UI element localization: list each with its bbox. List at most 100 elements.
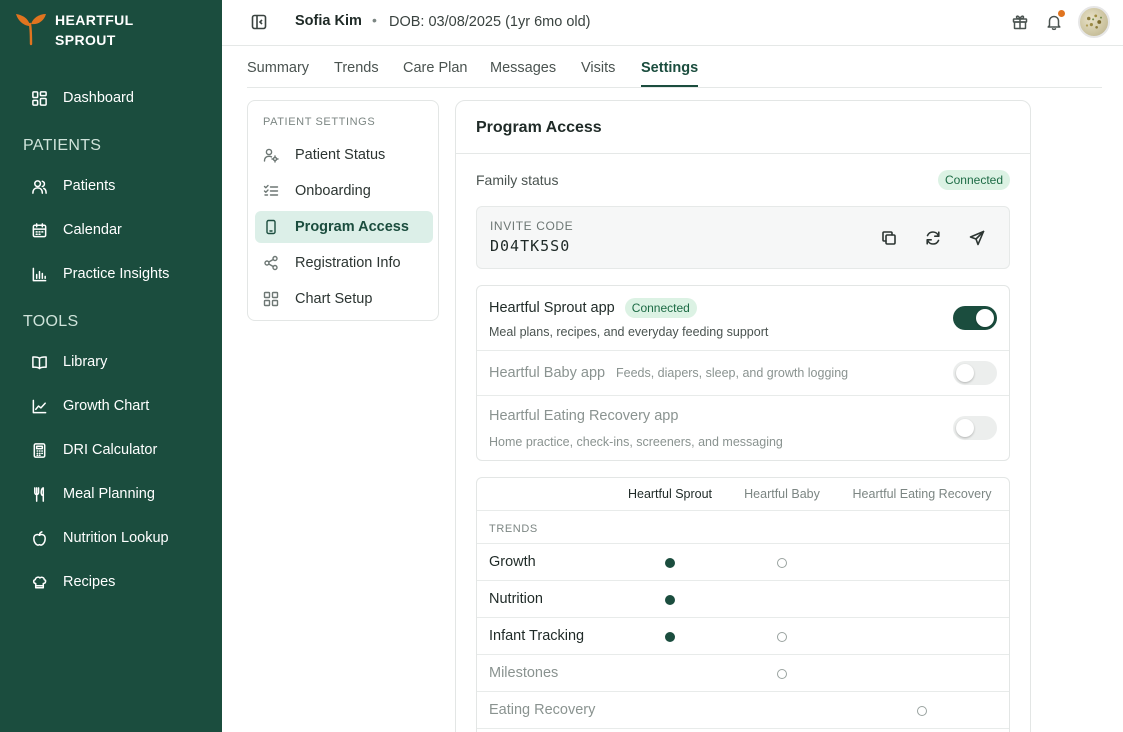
sidebar-item-label: Recipes bbox=[63, 574, 116, 590]
access-dot-available bbox=[777, 669, 787, 679]
app-row-heartful-baby: Heartful Baby app Feeds, diapers, sleep,… bbox=[477, 351, 1009, 396]
sidebar-item-dashboard[interactable]: Dashboard bbox=[0, 80, 222, 116]
settings-item-program-access[interactable]: Program Access bbox=[255, 211, 433, 243]
share-icon bbox=[264, 255, 278, 271]
table-row: Infant Tracking bbox=[477, 617, 1009, 654]
app-row-heartful-sprout: Heartful Sprout app Connected Meal plans… bbox=[477, 286, 1009, 351]
grid-icon bbox=[32, 90, 47, 106]
notifications-button[interactable] bbox=[1045, 10, 1065, 31]
app-description: Home practice, check-ins, screeners, and… bbox=[489, 435, 783, 449]
tab-messages[interactable]: Messages bbox=[490, 60, 556, 76]
table-row bbox=[477, 728, 1009, 732]
regenerate-code-button[interactable] bbox=[924, 229, 942, 247]
send-icon bbox=[969, 230, 985, 246]
sidebar-item-label: Calendar bbox=[63, 222, 122, 238]
table-row: Eating Recovery bbox=[477, 691, 1009, 728]
table-row: Nutrition bbox=[477, 580, 1009, 617]
access-dot-included bbox=[665, 595, 675, 605]
sidebar: HEARTFUL SPROUT Dashboard PATIENTS Patie… bbox=[0, 0, 222, 732]
notification-badge bbox=[1058, 10, 1065, 17]
row-label: Milestones bbox=[489, 665, 559, 681]
app-toggle-heartful-sprout[interactable] bbox=[953, 306, 997, 330]
checklist-icon bbox=[263, 184, 279, 196]
toggle-knob bbox=[956, 364, 974, 382]
column-heartful-eating-recovery: Heartful Eating Recovery bbox=[852, 487, 992, 501]
row-label: Eating Recovery bbox=[489, 702, 596, 718]
sidebar-item-nutrition-lookup[interactable]: Nutrition Lookup bbox=[0, 520, 222, 556]
page-header: Sofia Kim • DOB: 03/08/2025 (1yr 6mo old… bbox=[222, 0, 1123, 46]
access-dot-available bbox=[917, 706, 927, 716]
column-heartful-baby: Heartful Baby bbox=[744, 487, 820, 501]
invite-code-value[interactable]: D04TK5S0 bbox=[490, 237, 570, 255]
line-chart-icon bbox=[32, 399, 47, 413]
tab-care-plan[interactable]: Care Plan bbox=[403, 60, 467, 76]
avatar-image bbox=[1085, 14, 1102, 29]
apple-icon bbox=[33, 530, 46, 546]
avatar[interactable] bbox=[1078, 6, 1110, 38]
sidebar-item-practice-insights[interactable]: Practice Insights bbox=[0, 256, 222, 292]
access-dot-included bbox=[665, 632, 675, 642]
settings-item-label: Patient Status bbox=[295, 147, 386, 163]
sidebar-section-tools: TOOLS bbox=[23, 313, 79, 330]
app-name: Heartful Eating Recovery app bbox=[489, 408, 679, 424]
tab-settings[interactable]: Settings bbox=[641, 60, 698, 76]
tab-visits[interactable]: Visits bbox=[581, 60, 615, 76]
program-access-card: Program Access Family status Connected I… bbox=[455, 100, 1031, 732]
settings-item-chart-setup[interactable]: Chart Setup bbox=[255, 283, 433, 315]
sidebar-item-library[interactable]: Library bbox=[0, 344, 222, 380]
app-description: Feeds, diapers, sleep, and growth loggin… bbox=[616, 366, 849, 380]
card-title: Program Access bbox=[476, 119, 602, 136]
sidebar-collapse-icon bbox=[251, 14, 267, 30]
sidebar-item-recipes[interactable]: Recipes bbox=[0, 564, 222, 600]
family-status-label: Family status bbox=[476, 172, 559, 188]
sidebar-item-dri-calculator[interactable]: DRI Calculator bbox=[0, 432, 222, 468]
settings-nav-title: PATIENT SETTINGS bbox=[263, 116, 376, 128]
sidebar-item-label: Dashboard bbox=[63, 90, 134, 106]
sidebar-item-label: Patients bbox=[63, 178, 116, 194]
tab-summary[interactable]: Summary bbox=[247, 60, 309, 76]
utensils-icon bbox=[34, 486, 45, 502]
app-description: Meal plans, recipes, and everyday feedin… bbox=[489, 325, 769, 339]
family-status-badge: Connected bbox=[937, 170, 1010, 190]
copy-code-button[interactable] bbox=[880, 229, 898, 247]
gift-icon bbox=[1012, 15, 1028, 30]
tab-trends[interactable]: Trends bbox=[334, 60, 379, 76]
sidebar-item-meal-planning[interactable]: Meal Planning bbox=[0, 476, 222, 512]
phone-icon bbox=[266, 219, 276, 235]
row-label: Nutrition bbox=[489, 591, 543, 607]
chef-hat-icon bbox=[32, 575, 47, 588]
gift-button[interactable] bbox=[1011, 13, 1029, 31]
sidebar-item-growth-chart[interactable]: Growth Chart bbox=[0, 388, 222, 424]
settings-item-onboarding[interactable]: Onboarding bbox=[255, 175, 433, 207]
sidebar-item-calendar[interactable]: Calendar bbox=[0, 212, 222, 248]
app-toggle-heartful-baby[interactable] bbox=[953, 361, 997, 385]
app-toggle-heartful-eating-recovery[interactable] bbox=[953, 416, 997, 440]
access-dot-available bbox=[777, 632, 787, 642]
access-dot-included bbox=[665, 558, 675, 568]
patient-dob: DOB: 03/08/2025 (1yr 6mo old) bbox=[389, 14, 591, 30]
refresh-icon bbox=[926, 231, 940, 245]
app-name-text: Heartful Sprout app bbox=[489, 300, 615, 316]
settings-item-patient-status[interactable]: Patient Status bbox=[255, 139, 433, 171]
users-icon bbox=[32, 179, 47, 194]
calendar-icon bbox=[32, 222, 47, 237]
app-row-heartful-eating-recovery: Heartful Eating Recovery app Home practi… bbox=[477, 396, 1009, 461]
column-heartful-sprout: Heartful Sprout bbox=[627, 487, 713, 501]
access-dot-available bbox=[777, 558, 787, 568]
app-access-list: Heartful Sprout app Connected Meal plans… bbox=[476, 285, 1010, 461]
invite-code-label: INVITE CODE bbox=[490, 219, 574, 233]
table-row: Milestones bbox=[477, 654, 1009, 691]
sidebar-item-label: Meal Planning bbox=[63, 486, 155, 502]
brand-logo[interactable]: HEARTFUL SPROUT bbox=[14, 10, 134, 50]
settings-item-label: Program Access bbox=[295, 219, 409, 235]
book-icon bbox=[32, 355, 47, 369]
settings-item-label: Chart Setup bbox=[295, 291, 373, 307]
send-code-button[interactable] bbox=[968, 229, 986, 247]
matrix-section-trends: TRENDS bbox=[489, 523, 538, 535]
user-cog-icon bbox=[263, 148, 279, 163]
sidebar-item-patients[interactable]: Patients bbox=[0, 168, 222, 204]
collapse-sidebar-button[interactable] bbox=[251, 14, 267, 30]
patient-tabs: Summary Trends Care Plan Messages Visits… bbox=[247, 47, 1102, 88]
settings-item-registration-info[interactable]: Registration Info bbox=[255, 247, 433, 279]
sidebar-item-label: DRI Calculator bbox=[63, 442, 158, 458]
